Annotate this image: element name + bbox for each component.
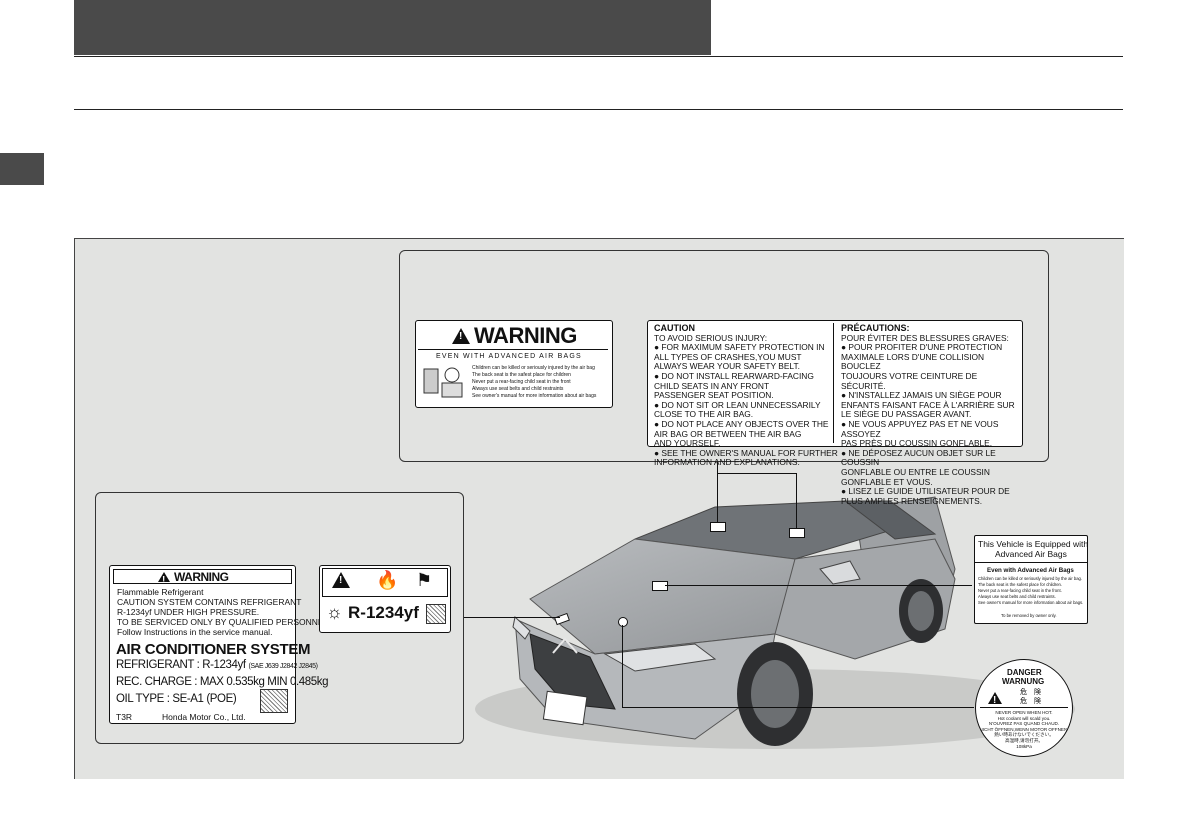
caution-french: PRÉCAUTIONS: POUR ÉVITER DES BLESSURES G… xyxy=(841,323,1015,506)
ac-charge: REC. CHARGE : MAX 0.535kg MIN 0.485kg xyxy=(116,676,329,688)
advanced-airbag-label: This Vehicle is Equipped with Advanced A… xyxy=(974,535,1088,624)
airbag-labels-callout: WARNING EVEN WITH ADVANCED AIR BAGS Chil… xyxy=(399,250,1049,505)
airbag-warning-label: WARNING EVEN WITH ADVANCED AIR BAGS Chil… xyxy=(415,320,613,408)
ac-system-title: AIR CONDITIONER SYSTEM xyxy=(116,641,311,658)
radiator-cap-label: DANGER WARNUNG 危 険 危 険 NEVER OPEN WHEN H… xyxy=(975,659,1073,757)
safety-labels-figure: WARNING EVEN WITH ADVANCED AIR BAGS Chil… xyxy=(74,238,1124,779)
leader-line xyxy=(717,473,718,523)
caution-bilingual-label: CAUTION TO AVOID SERIOUS INJURY: ● FOR M… xyxy=(647,320,1023,505)
warning-triangle-icon xyxy=(158,572,170,586)
ac-code: T3R xyxy=(116,712,133,722)
ac-labels-callout: WARNING Flammable Refrigerant CAUTION SY… xyxy=(95,492,464,744)
ac-maker: Honda Motor Co., Ltd. xyxy=(162,712,246,722)
leader-line xyxy=(717,473,797,474)
marker-visor-left xyxy=(710,522,726,532)
leader-line xyxy=(464,617,560,618)
header-rule-top xyxy=(74,56,1123,57)
leader-line xyxy=(622,707,974,708)
header-rule-bottom xyxy=(74,109,1123,110)
airbag-warning-title: WARNING xyxy=(452,323,577,349)
refrigerant-name: R-1234yf xyxy=(348,603,419,622)
service-manual-icon: ⚑ xyxy=(416,570,433,590)
hatch-symbol-icon xyxy=(260,689,288,713)
ac-warning-text: Flammable Refrigerant CAUTION SYSTEM CON… xyxy=(117,587,331,637)
child-seat-pictogram-icon xyxy=(423,367,463,398)
leader-line xyxy=(665,585,972,586)
marker-pillar xyxy=(652,581,668,591)
airbag-warning-subtitle: EVEN WITH ADVANCED AIR BAGS xyxy=(436,353,582,360)
sun-snowflake-icon: ☼ xyxy=(326,602,343,622)
warning-triangle-icon xyxy=(988,692,1002,706)
marker-visor-right xyxy=(789,528,805,538)
refrigerant-label: 🔥 ⚑ ☼ R-1234yf xyxy=(319,565,451,633)
radiator-cap-lines: NEVER OPEN WHEN HOT. Hot coolant will sc… xyxy=(979,710,1069,749)
chapter-side-tab xyxy=(0,153,44,185)
leader-line xyxy=(622,625,623,707)
hatch-symbol-icon xyxy=(426,604,446,624)
chapter-header-bar xyxy=(74,0,711,55)
caution-english: CAUTION TO AVOID SERIOUS INJURY: ● FOR M… xyxy=(654,323,838,468)
warning-triangle-icon xyxy=(332,572,350,588)
leader-line xyxy=(796,473,797,529)
flame-icon: 🔥 xyxy=(376,570,399,590)
warning-triangle-icon xyxy=(452,328,470,344)
ac-refrigerant: REFRIGERANT : R-1234yf (SAE J639 J2842 J… xyxy=(116,659,318,671)
marker-radiator xyxy=(618,617,628,627)
ac-warning-title: WARNING xyxy=(158,570,229,586)
ac-oil-type: OIL TYPE : SE-A1 (POE) xyxy=(116,693,237,705)
ac-system-label: WARNING Flammable Refrigerant CAUTION SY… xyxy=(109,565,331,724)
